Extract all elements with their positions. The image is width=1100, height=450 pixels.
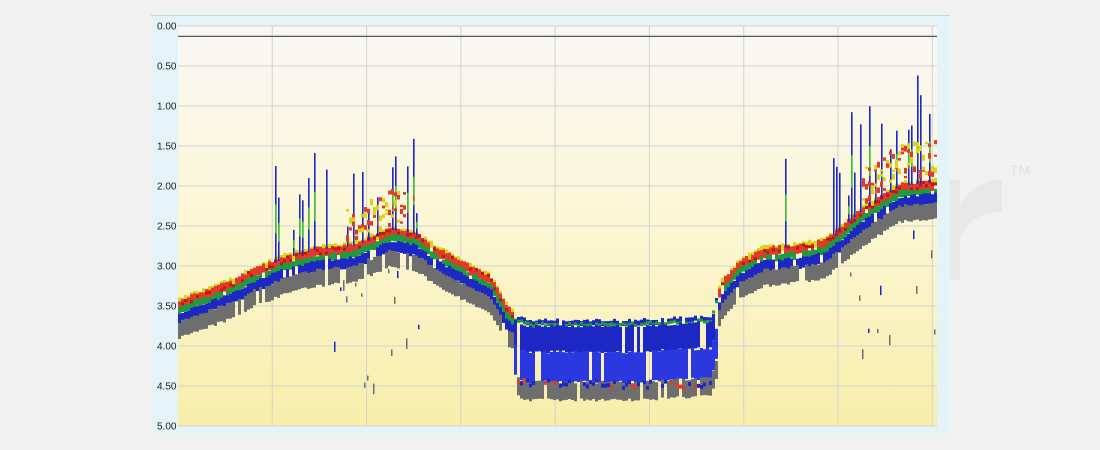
y-tick-label: 2.00 — [157, 182, 177, 193]
echogram-panel: 0.00 0.50 1.00 1.50 2.00 2.50 3.00 3.50 4.00 4.50… — [151, 15, 950, 434]
y-tick-label: 4.50 — [157, 382, 177, 393]
y-tick-label: 1.00 — [157, 102, 177, 113]
y-tick-label: 3.00 — [157, 262, 177, 273]
watermark-logo: TM — [940, 162, 1030, 280]
y-tick-label: 5.00 — [157, 422, 177, 433]
y-tick-label: 3.50 — [157, 302, 177, 313]
y-tick-label: 2.50 — [157, 222, 177, 233]
y-tick-label: 0.50 — [157, 62, 177, 73]
y-tick-label: 0.00 — [157, 22, 177, 33]
y-axis: 0.00 0.50 1.00 1.50 2.00 2.50 3.00 3.50 4.00 4.50… — [157, 22, 177, 433]
svg-text:TM: TM — [1010, 162, 1030, 178]
echogram-chart: 0.00 0.50 1.00 1.50 2.00 2.50 3.00 3.50 4.00 4.50… — [157, 22, 937, 433]
y-tick-label: 1.50 — [157, 142, 177, 153]
y-tick-label: 4.00 — [157, 342, 177, 353]
